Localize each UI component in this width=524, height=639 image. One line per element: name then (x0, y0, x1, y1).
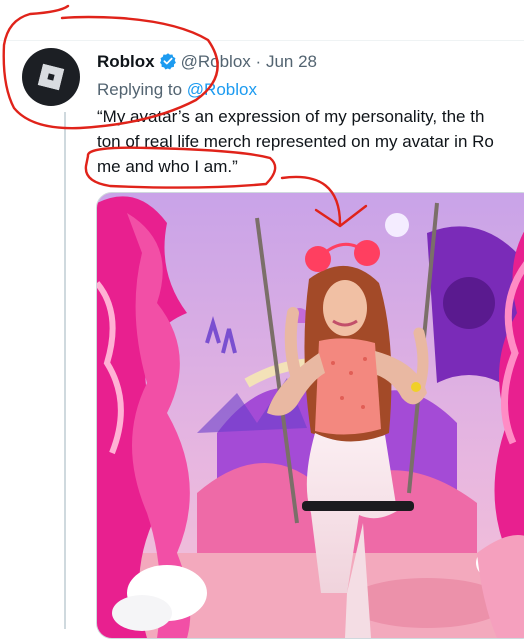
display-name[interactable]: Roblox (97, 52, 155, 71)
roblox-logo-icon (37, 63, 65, 91)
verified-badge-icon (159, 53, 176, 70)
photo-illustration (97, 193, 524, 638)
reply-mention-link[interactable]: @Roblox (187, 80, 257, 99)
tweet-date[interactable]: Jun 28 (266, 52, 317, 71)
reply-prefix: Replying to (97, 80, 183, 99)
handle[interactable]: @Roblox (181, 52, 251, 71)
thread-connector-line (64, 112, 66, 629)
tweet-text-line: ton of real life merch represented on my… (97, 132, 494, 151)
timeline-divider (0, 40, 524, 41)
tweet-header: Roblox @Roblox · Jun 28 (97, 50, 317, 74)
top-edge (0, 0, 524, 40)
tweet-text: “My avatar’s an expression of my persona… (97, 104, 524, 179)
avatar[interactable] (22, 48, 80, 106)
tweet-text-line: me and who I am.” (97, 157, 238, 176)
separator-dot: · (255, 52, 262, 71)
tweet-text-line: “My avatar’s an expression of my persona… (97, 107, 485, 126)
tweet-photo[interactable] (96, 192, 524, 639)
reply-context: Replying to @Roblox (97, 78, 257, 102)
